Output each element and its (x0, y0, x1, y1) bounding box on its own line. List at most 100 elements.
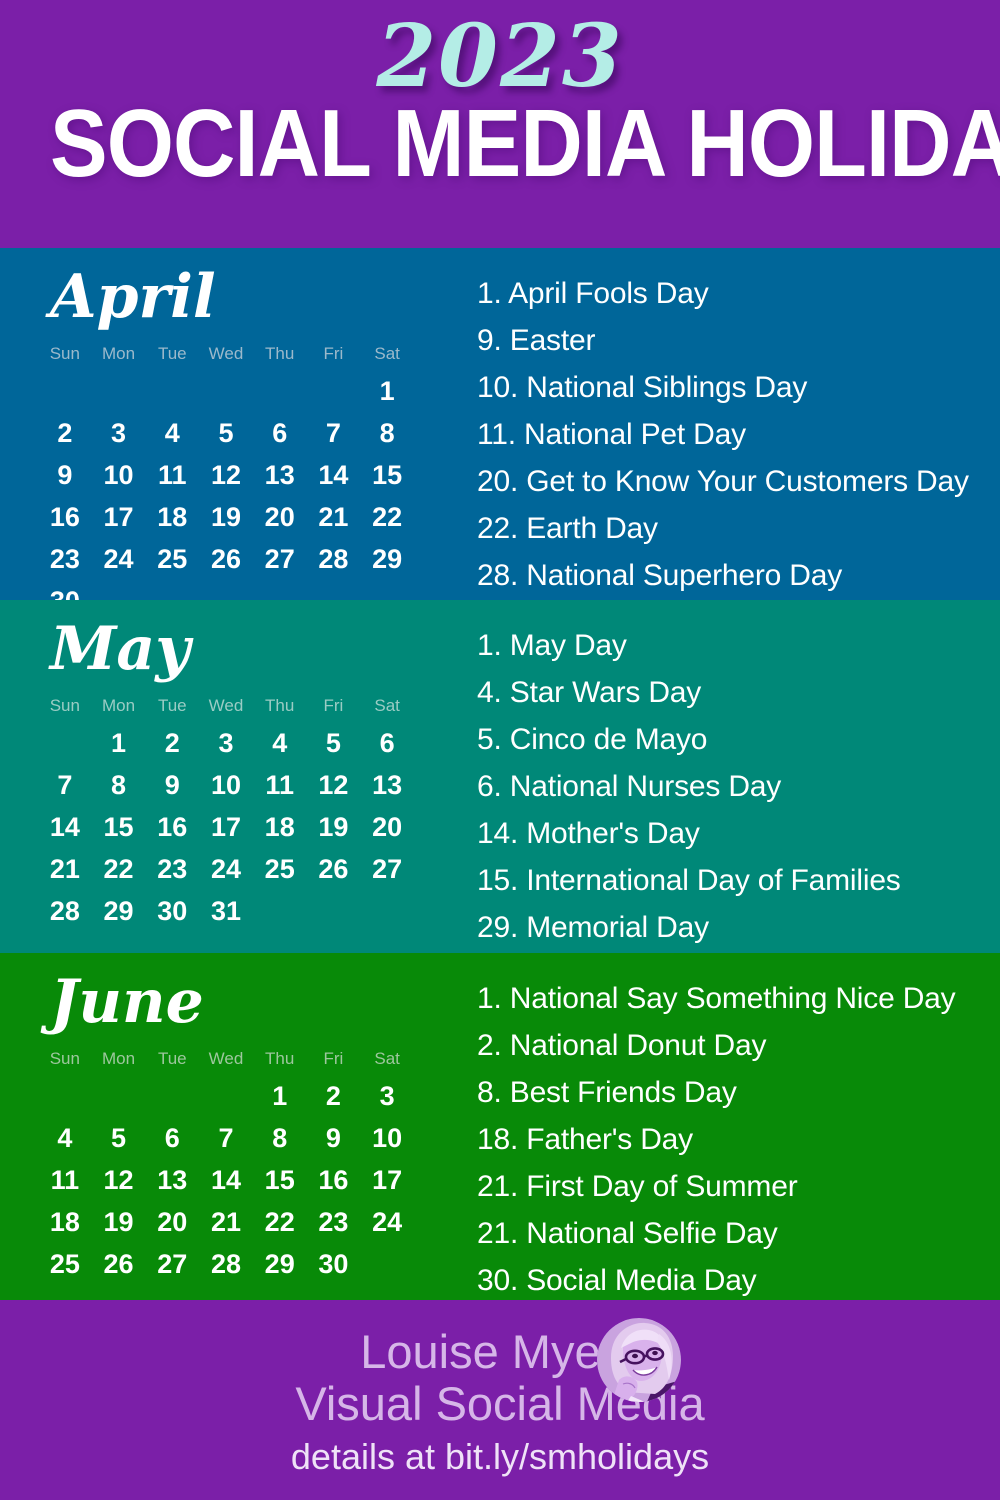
day-cell: 20 (157, 1207, 188, 1237)
day-cell-empty: . (92, 370, 146, 412)
day-cell: 29 (103, 896, 134, 926)
holiday-item: 29. Memorial Day (477, 911, 709, 944)
day-cell: 3 (111, 418, 127, 448)
day-cell: 26 (210, 544, 242, 574)
day-cell: 19 (318, 812, 349, 842)
holiday-list-may: 1. May Day 4. Star Wars Day 5. Cinco de Ma… (477, 622, 992, 951)
weekday-label-thu: Thu (265, 696, 295, 715)
weekday-label-sun: Sun (49, 344, 80, 363)
day-cell: 4 (57, 1123, 73, 1153)
weekday-label-thu: Thu (265, 1049, 295, 1068)
holiday-item: 30. Social Media Day (477, 1264, 757, 1297)
month-name-june: June (50, 967, 204, 1037)
avatar (597, 1318, 681, 1402)
day-cell-empty: . (38, 370, 92, 412)
day-cell: 14 (318, 460, 349, 490)
day-cell-empty: . (199, 370, 253, 412)
day-cell: 15 (103, 812, 134, 842)
weekday-label-tue: Tue (157, 344, 187, 363)
weekday-label-mon: Mon (102, 696, 136, 715)
day-cell: 30 (38, 580, 92, 600)
day-cell: 18 (49, 1207, 80, 1237)
day-cell: 17 (210, 812, 242, 842)
day-grid-june: ....123456789101112131415161718192021222… (38, 1075, 414, 1285)
day-cell: 22 (103, 854, 134, 884)
calendar-june: June SunMonTueWedThuFriSat ....123456789… (0, 953, 440, 1300)
calendar-may: May SunMonTueWedThuFriSat .1234567891011… (0, 600, 440, 953)
day-cell-empty: . (145, 1075, 199, 1117)
day-cell-empty: . (38, 1075, 92, 1117)
day-cell: 30 (318, 1249, 349, 1279)
day-cell: 6 (379, 728, 395, 758)
day-cell: 21 (210, 1207, 242, 1237)
day-cell: 27 (372, 854, 403, 884)
day-cell: 20 (372, 812, 403, 842)
day-cell: 10 (372, 1123, 403, 1153)
day-cell: 21 (318, 502, 349, 532)
day-cell: 8 (272, 1123, 288, 1153)
day-cell: 11 (50, 1165, 80, 1195)
weekday-label-wed: Wed (208, 344, 244, 363)
day-cell: 27 (264, 544, 295, 574)
day-cell: 7 (218, 1123, 234, 1153)
day-cell: 29 (372, 544, 403, 574)
holiday-item: 9. Easter (477, 324, 596, 357)
brand-name-line1: Louise Myers (360, 1325, 640, 1378)
day-cell: 29 (264, 1249, 295, 1279)
month-panel-may: May SunMonTueWedThuFriSat .1234567891011… (0, 600, 1000, 953)
details-url[interactable]: details at bit.ly/smholidays (0, 1436, 1000, 1478)
day-cell: 5 (218, 418, 234, 448)
holiday-item: 21. National Selfie Day (477, 1217, 778, 1250)
brand-name-line2: Visual Social Media (295, 1377, 705, 1430)
day-cell-empty: . (145, 370, 199, 412)
day-cell-empty: . (253, 370, 307, 412)
weekday-header-april: Sun Mon Tue Wed Thu Fri Sat (38, 344, 414, 364)
calendar-april: April SunMonTueWedThuFriSat ......123456… (0, 248, 440, 600)
day-cell: 28 (49, 896, 80, 926)
weekday-header-june: Sun Mon Tue Wed Thu Fri Sat (38, 1049, 414, 1069)
day-cell: 15 (264, 1165, 295, 1195)
weekday-label-thu: Thu (265, 344, 295, 363)
holiday-item: 10. National Siblings Day (477, 371, 808, 404)
holiday-item: 1. May Day (477, 629, 627, 662)
holiday-item: 2. National Donut Day (477, 1029, 767, 1062)
day-grid-april: ......1234567891011121314151617181920212… (38, 370, 414, 600)
day-cell: 28 (318, 544, 349, 574)
weekday-label-sun: Sun (49, 1049, 80, 1068)
day-cell: 26 (103, 1249, 134, 1279)
day-cell: 4 (164, 418, 180, 448)
holiday-item: 5. Cinco de Mayo (477, 723, 708, 756)
day-cell: 23 (49, 544, 80, 574)
month-panel-april: April SunMonTueWedThuFriSat ......123456… (0, 248, 1000, 600)
weekday-label-fri: Fri (323, 344, 344, 363)
day-cell: 25 (264, 854, 295, 884)
holiday-item: 1. April Fools Day (477, 277, 709, 310)
day-cell: 2 (57, 418, 73, 448)
day-cell-empty: . (92, 1075, 146, 1117)
holiday-item: 4. Star Wars Day (477, 676, 702, 709)
day-cell: 18 (157, 502, 188, 532)
day-cell: 17 (372, 1165, 403, 1195)
weekday-label-sat: Sat (374, 1049, 400, 1068)
day-cell: 12 (318, 770, 349, 800)
day-cell: 1 (272, 1081, 288, 1111)
day-cell: 19 (103, 1207, 134, 1237)
day-cell: 14 (210, 1165, 242, 1195)
day-cell: 22 (372, 502, 403, 532)
day-cell: 21 (49, 854, 80, 884)
weekday-label-wed: Wed (208, 696, 244, 715)
holiday-item: 21. First Day of Summer (477, 1170, 798, 1203)
day-cell: 9 (164, 770, 180, 800)
day-cell: 24 (372, 1207, 403, 1237)
day-cell: 9 (325, 1123, 341, 1153)
day-cell: 3 (218, 728, 234, 758)
holiday-item: 20. Get to Know Your Customers Day (477, 465, 969, 498)
day-cell: 5 (325, 728, 341, 758)
weekday-label-tue: Tue (157, 696, 187, 715)
day-cell: 16 (157, 812, 188, 842)
day-cell: 27 (157, 1249, 188, 1279)
day-cell: 10 (103, 460, 134, 490)
weekday-label-sat: Sat (374, 344, 400, 363)
day-cell: 10 (210, 770, 242, 800)
day-cell: 24 (103, 544, 134, 574)
